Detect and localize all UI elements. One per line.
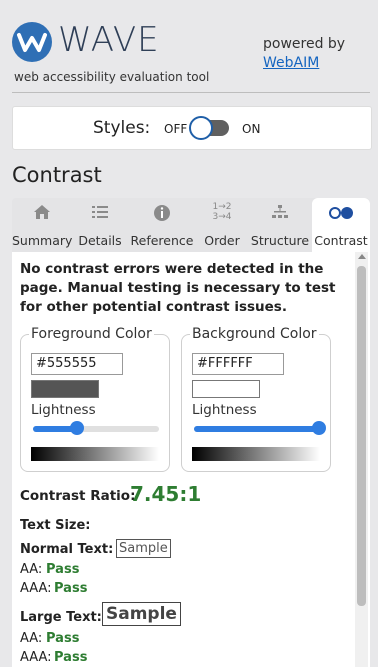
panel-scrollbar[interactable] (355, 252, 368, 667)
large-text-label: Large Text: (20, 610, 102, 625)
tab-summary[interactable]: Summary (12, 198, 72, 252)
normal-aa-result: Pass (46, 562, 80, 577)
structure-icon (250, 204, 310, 225)
lightness-gradient (192, 447, 320, 461)
background-color-box: Background Color #FFFFFF Lightness (181, 326, 331, 472)
tab-label: Order (204, 233, 240, 248)
large-aaa-result: Pass (54, 650, 88, 665)
contrast-ratio-value: 7.45:1 (130, 482, 202, 506)
slider-fill (194, 426, 319, 432)
slider-thumb[interactable] (312, 421, 326, 435)
background-swatch (192, 380, 260, 398)
background-legend: Background Color (190, 326, 319, 342)
scroll-up-arrow-icon[interactable] (358, 254, 366, 259)
normal-aaa-result: Pass (54, 581, 88, 596)
normal-aaa-label: AAA: (20, 581, 52, 596)
lightness-gradient (31, 447, 159, 461)
divider (12, 92, 370, 93)
powered-by: powered by (263, 36, 346, 52)
section-title: Contrast (12, 163, 102, 187)
tab-details[interactable]: Details (76, 198, 124, 252)
contrast-icon (312, 204, 370, 225)
slider-thumb[interactable] (70, 421, 84, 435)
large-aaa-label: AAA: (20, 650, 52, 665)
large-aa-result: Pass (46, 631, 80, 646)
order-icon: 1→2 3→4 (212, 202, 232, 222)
wave-logo-icon (12, 22, 52, 62)
tab-label: Structure (250, 233, 310, 248)
webaim-link[interactable]: WebAIM (263, 55, 319, 71)
contrast-ratio-label: Contrast Ratio: (20, 488, 136, 504)
tab-label: Reference (130, 233, 194, 248)
foreground-color-box: Foreground Color #555555 Lightness (20, 326, 170, 472)
tab-structure[interactable]: Structure (250, 198, 310, 252)
large-aa-label: AA: (20, 631, 43, 646)
text-size-label: Text Size: (20, 518, 91, 533)
tab-label: Details (78, 233, 122, 248)
background-lightness-label: Lightness (192, 402, 257, 418)
foreground-swatch (31, 380, 99, 398)
styles-off-label: OFF (164, 122, 188, 136)
tab-label: Summary (12, 233, 73, 248)
styles-on-label: ON (242, 122, 261, 136)
styles-toggle[interactable] (189, 116, 229, 140)
foreground-hex-input[interactable]: #555555 (31, 353, 123, 375)
tab-label: Contrast (314, 233, 368, 248)
styles-toggle-box: Styles: OFF ON (12, 106, 372, 150)
header: WAVE web accessibility evaluation tool p… (0, 0, 378, 90)
tab-reference[interactable]: Reference (128, 198, 196, 252)
styles-label: Styles: (93, 118, 151, 138)
logo-text: WAVE (58, 20, 160, 60)
list-icon (76, 204, 124, 225)
contrast-panel: No contrast errors were detected in the … (12, 252, 370, 667)
background-lightness-slider[interactable] (194, 421, 326, 435)
toggle-knob (189, 116, 213, 140)
contrast-message: No contrast errors were detected in the … (20, 261, 336, 315)
scrollbar-thumb[interactable] (357, 266, 366, 606)
tab-contrast[interactable]: Contrast (312, 198, 370, 252)
large-text-sample: Sample (102, 602, 181, 626)
foreground-lightness-slider[interactable] (33, 421, 159, 435)
tagline: web accessibility evaluation tool (14, 70, 210, 84)
info-icon (128, 204, 196, 227)
foreground-legend: Foreground Color (29, 326, 154, 342)
tab-order[interactable]: 1→2 3→4 Order (200, 198, 244, 252)
normal-text-sample: Sample (116, 539, 171, 558)
foreground-lightness-label: Lightness (31, 402, 96, 418)
background-hex-input[interactable]: #FFFFFF (192, 353, 284, 375)
normal-text-label: Normal Text: (20, 542, 114, 557)
tab-bar: Summary Details Reference 1→23→4 Order (12, 198, 370, 252)
home-icon (12, 204, 72, 225)
normal-aa-label: AA: (20, 562, 43, 577)
